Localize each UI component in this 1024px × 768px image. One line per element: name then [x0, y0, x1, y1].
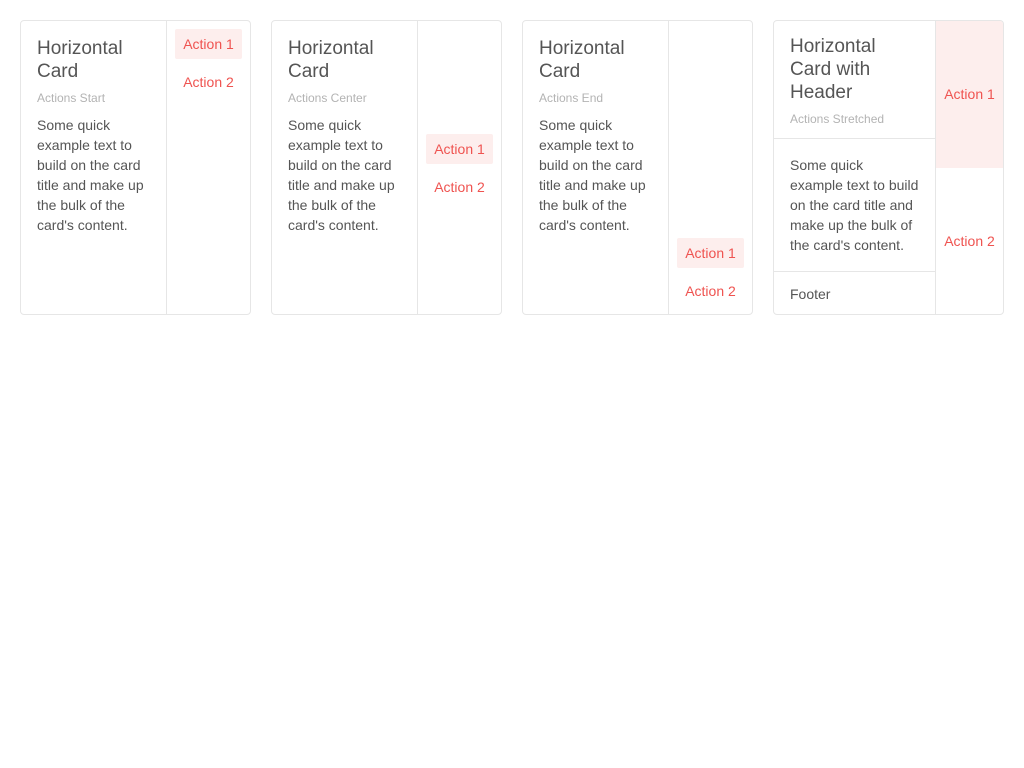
action-2-button[interactable]: Action 2 [426, 172, 493, 202]
card-subtitle: Actions Start [37, 91, 106, 105]
card-actions: Action 1 Action 2 [166, 21, 250, 314]
horizontal-card-actions-start: Horizontal Card Actions Start Some quick… [20, 20, 251, 315]
action-2-button[interactable]: Action 2 [677, 276, 744, 306]
card-body: Some quick example text to build on the … [774, 139, 935, 272]
card-title: Horizontal Card with Header [790, 36, 876, 103]
card-subtitle: Actions End [539, 91, 604, 105]
card-title: Horizontal Card [288, 38, 374, 82]
card-text: Some quick example text to build on the … [288, 117, 395, 233]
card-body: Horizontal Card Actions Center Some quic… [272, 21, 417, 235]
card-title: Horizontal Card [37, 38, 123, 82]
card-main: Horizontal Card Actions Start Some quick… [21, 21, 166, 314]
card-text: Some quick example text to build on the … [539, 117, 646, 233]
card-body: Horizontal Card Actions Start Some quick… [21, 21, 166, 235]
horizontal-card-actions-center: Horizontal Card Actions Center Some quic… [271, 20, 502, 315]
card-main: Horizontal Card Actions Center Some quic… [272, 21, 417, 314]
cards-row: Horizontal Card Actions Start Some quick… [0, 0, 1024, 768]
action-1-button[interactable]: Action 1 [677, 238, 744, 268]
card-actions: Action 1 Action 2 [668, 21, 752, 314]
card-subtitle: Actions Center [288, 91, 367, 105]
card-main: Horizontal Card with Header Actions Stre… [774, 21, 935, 314]
action-1-button[interactable]: Action 1 [175, 29, 242, 59]
card-title: Horizontal Card [539, 38, 625, 82]
horizontal-card-actions-end: Horizontal Card Actions End Some quick e… [522, 20, 753, 315]
action-2-button[interactable]: Action 2 [936, 168, 1003, 315]
action-1-button[interactable]: Action 1 [936, 21, 1003, 168]
card-text: Some quick example text to build on the … [37, 117, 144, 233]
card-actions: Action 1 Action 2 [417, 21, 501, 314]
card-subtitle: Actions Stretched [790, 112, 885, 126]
card-text: Some quick example text to build on the … [790, 157, 919, 253]
card-actions-stretched: Action 1 Action 2 [935, 21, 1003, 314]
card-footer: Footer [790, 286, 831, 302]
card-main: Horizontal Card Actions End Some quick e… [523, 21, 668, 314]
card-header: Horizontal Card with Header Actions Stre… [774, 21, 935, 139]
action-2-button[interactable]: Action 2 [175, 67, 242, 97]
action-1-button[interactable]: Action 1 [426, 133, 493, 164]
horizontal-card-with-header: Horizontal Card with Header Actions Stre… [773, 20, 1004, 315]
card-body: Horizontal Card Actions End Some quick e… [523, 21, 668, 235]
